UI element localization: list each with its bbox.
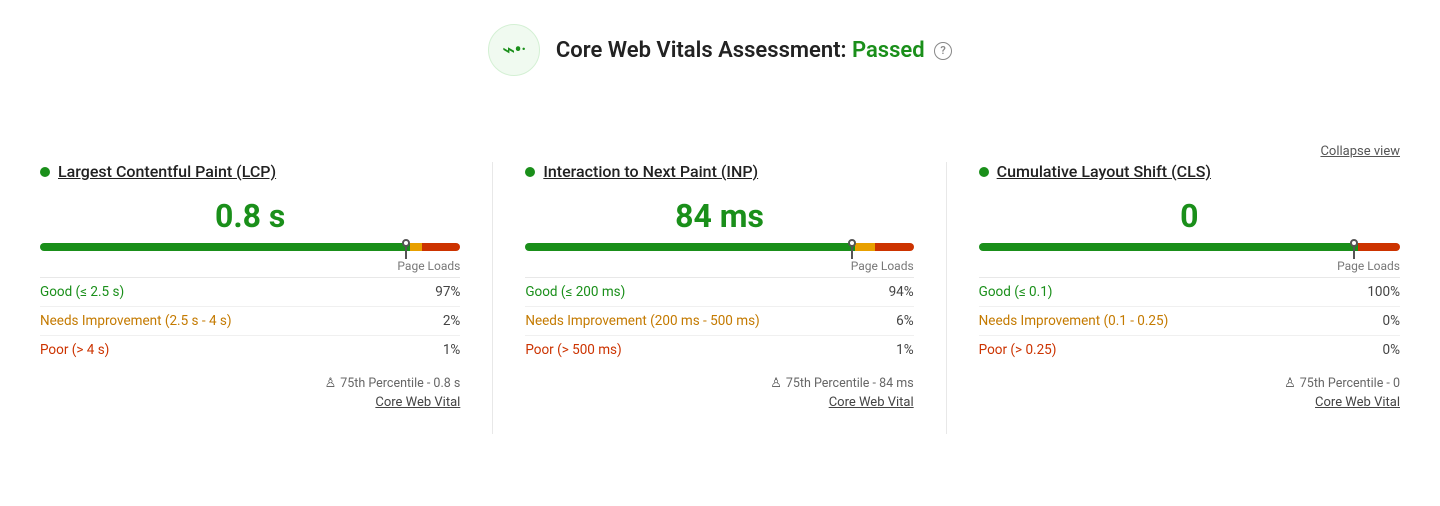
stat-value-poor-inp: 1% (896, 342, 913, 358)
stats-table-inp: Good (≤ 200 ms) 94% Needs Improvement (2… (525, 277, 913, 364)
stat-label-poor-inp: Poor (> 500 ms) (525, 342, 621, 358)
bar-green-inp (525, 243, 855, 251)
metric-card-inp: Interaction to Next Paint (INP) 84 ms Pa… (493, 162, 946, 434)
percentile-lcp: ♙ 75th Percentile - 0.8 s (325, 376, 461, 391)
page-loads-label-lcp: Page Loads (40, 259, 460, 273)
core-web-vital-link-lcp[interactable]: Core Web Vital (375, 395, 460, 410)
stat-row-poor-cls: Poor (> 0.25) 0% (979, 336, 1400, 364)
metric-card-cls: Cumulative Layout Shift (CLS) 0 Page Loa… (947, 162, 1400, 434)
marker-circle-inp (848, 239, 856, 247)
percentile-cls: ♙ 75th Percentile - 0 (1284, 376, 1400, 391)
stats-table-cls: Good (≤ 0.1) 100% Needs Improvement (0.1… (979, 277, 1400, 364)
metric-value-lcp: 0.8 s (40, 197, 460, 235)
metric-footer-cls: ♙ 75th Percentile - 0 Core Web Vital (979, 376, 1400, 410)
stat-row-poor-inp: Poor (> 500 ms) 1% (525, 336, 913, 364)
metric-value-inp: 84 ms (525, 197, 913, 235)
stat-label-poor-lcp: Poor (> 4 s) (40, 342, 109, 358)
stat-value-needs-lcp: 2% (443, 313, 460, 329)
metric-title-cls: Cumulative Layout Shift (CLS) (979, 162, 1400, 181)
metric-title-inp: Interaction to Next Paint (INP) (525, 162, 913, 181)
percentile-icon-cls: ♙ (1284, 376, 1296, 391)
metrics-grid: Largest Contentful Paint (LCP) 0.8 s Pag… (40, 162, 1400, 434)
percentile-inp: ♙ 75th Percentile - 84 ms (770, 376, 913, 391)
percentile-value-lcp: 75th Percentile - 0.8 s (340, 376, 460, 391)
metric-title-text-inp[interactable]: Interaction to Next Paint (INP) (543, 162, 758, 181)
metric-title-lcp: Largest Contentful Paint (LCP) (40, 162, 460, 181)
header-section: ⌁•· Core Web Vitals Assessment: Passed ? (40, 24, 1400, 76)
marker-circle-cls (1350, 239, 1358, 247)
stat-label-good-inp: Good (≤ 200 ms) (525, 284, 625, 300)
metric-title-text-cls[interactable]: Cumulative Layout Shift (CLS) (997, 162, 1211, 181)
stat-label-good-lcp: Good (≤ 2.5 s) (40, 284, 124, 300)
percentile-icon-lcp: ♙ (325, 376, 337, 391)
stat-row-needs-cls: Needs Improvement (0.1 - 0.25) 0% (979, 307, 1400, 336)
marker-cls (1350, 241, 1358, 259)
stat-value-needs-cls: 0% (1383, 313, 1400, 329)
stats-table-lcp: Good (≤ 2.5 s) 97% Needs Improvement (2.… (40, 277, 460, 364)
percentile-value-cls: 75th Percentile - 0 (1300, 376, 1400, 391)
metric-dot-cls (979, 167, 989, 177)
bar-red-lcp (422, 243, 460, 251)
core-web-vital-link-cls[interactable]: Core Web Vital (1315, 395, 1400, 410)
stat-row-good-lcp: Good (≤ 2.5 s) 97% (40, 278, 460, 307)
bar-orange-lcp (410, 243, 423, 251)
stat-value-good-inp: 94% (889, 284, 914, 300)
metric-title-text-lcp[interactable]: Largest Contentful Paint (LCP) (58, 162, 276, 181)
stat-value-poor-cls: 0% (1383, 342, 1400, 358)
stat-label-needs-lcp: Needs Improvement (2.5 s - 4 s) (40, 313, 232, 329)
stat-row-poor-lcp: Poor (> 4 s) 1% (40, 336, 460, 364)
stat-row-good-cls: Good (≤ 0.1) 100% (979, 278, 1400, 307)
bar-orange-inp (855, 243, 874, 251)
page-loads-label-inp: Page Loads (525, 259, 913, 273)
bar-red-cls (1358, 243, 1400, 251)
bar-green-cls (979, 243, 1358, 251)
marker-pin-lcp (405, 247, 407, 259)
page-loads-label-cls: Page Loads (979, 259, 1400, 273)
stat-label-good-cls: Good (≤ 0.1) (979, 284, 1053, 300)
progress-bar-lcp (40, 243, 460, 253)
stat-row-good-inp: Good (≤ 200 ms) 94% (525, 278, 913, 307)
stat-value-needs-inp: 6% (896, 313, 913, 329)
metric-footer-lcp: ♙ 75th Percentile - 0.8 s Core Web Vital (40, 376, 460, 410)
stat-row-needs-lcp: Needs Improvement (2.5 s - 4 s) 2% (40, 307, 460, 336)
stat-label-needs-inp: Needs Improvement (200 ms - 500 ms) (525, 313, 759, 329)
metric-value-cls: 0 (979, 197, 1400, 235)
collapse-view-button[interactable]: Collapse view (1320, 144, 1400, 159)
pulse-icon-circle: ⌁•· (488, 24, 540, 76)
title-status: Passed (852, 38, 925, 63)
progress-bar-cls (979, 243, 1400, 253)
progress-bar-inp (525, 243, 913, 253)
percentile-icon-inp: ♙ (770, 376, 782, 391)
help-icon[interactable]: ? (934, 42, 952, 60)
bar-green-lcp (40, 243, 410, 251)
metric-dot-lcp (40, 167, 50, 177)
title-prefix: Core Web Vitals Assessment: (556, 38, 852, 63)
stat-value-poor-lcp: 1% (443, 342, 460, 358)
stat-label-poor-cls: Poor (> 0.25) (979, 342, 1057, 358)
marker-lcp (402, 241, 410, 259)
bar-red-inp (875, 243, 914, 251)
marker-inp (848, 241, 856, 259)
metric-footer-inp: ♙ 75th Percentile - 84 ms Core Web Vital (525, 376, 913, 410)
marker-pin-inp (851, 247, 853, 259)
page-title: Core Web Vitals Assessment: Passed ? (556, 38, 952, 63)
metric-card-lcp: Largest Contentful Paint (LCP) 0.8 s Pag… (40, 162, 493, 434)
marker-pin-cls (1353, 247, 1355, 259)
percentile-value-inp: 75th Percentile - 84 ms (786, 376, 914, 391)
stat-value-good-lcp: 97% (435, 284, 460, 300)
pulse-waveform-icon: ⌁•· (502, 38, 525, 63)
core-web-vital-link-inp[interactable]: Core Web Vital (829, 395, 914, 410)
stat-value-good-cls: 100% (1367, 284, 1400, 300)
stat-label-needs-cls: Needs Improvement (0.1 - 0.25) (979, 313, 1169, 329)
stat-row-needs-inp: Needs Improvement (200 ms - 500 ms) 6% (525, 307, 913, 336)
metric-dot-inp (525, 167, 535, 177)
marker-circle-lcp (402, 239, 410, 247)
